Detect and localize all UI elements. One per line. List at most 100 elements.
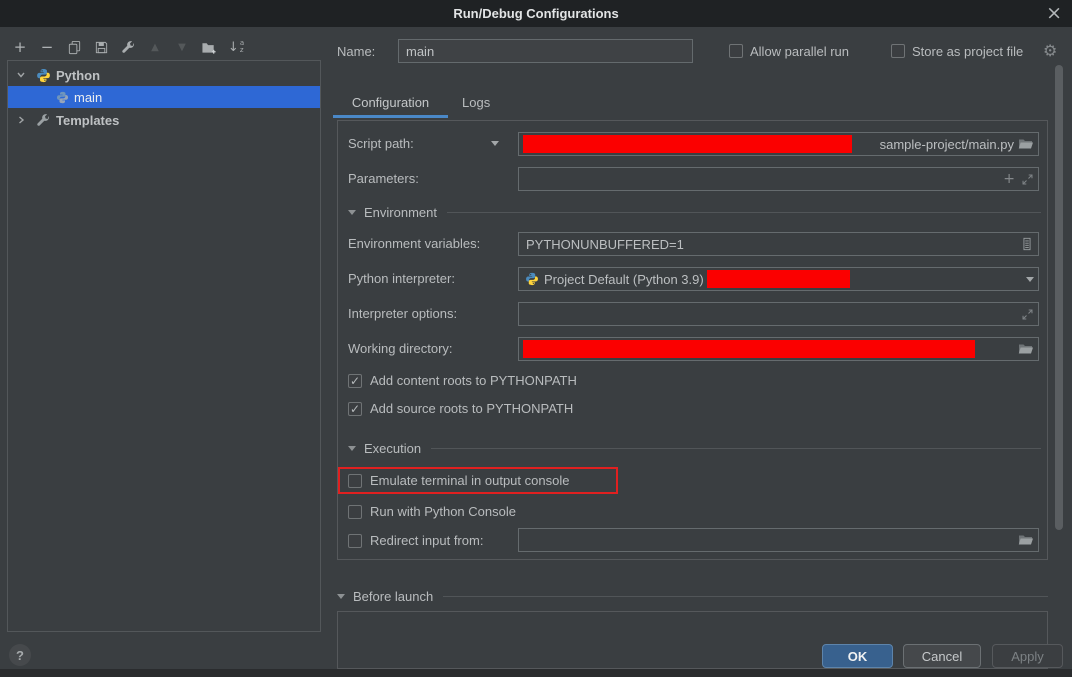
- redaction-block: [523, 135, 852, 153]
- edit-variables-icon[interactable]: [1020, 237, 1034, 251]
- interpreter-options-field[interactable]: [518, 302, 1039, 326]
- move-up-icon: ▲: [147, 39, 163, 55]
- gear-icon[interactable]: ⚙: [1043, 41, 1057, 60]
- section-title: Environment: [364, 205, 437, 220]
- configuration-panel: Script path: sample-project/main.py Para…: [337, 120, 1048, 560]
- python-icon: [36, 68, 51, 83]
- tree-toolbar: + − ▲ ▼ ↓ a z: [12, 38, 244, 56]
- expand-field-icon[interactable]: [1021, 173, 1034, 186]
- help-button[interactable]: ?: [9, 644, 31, 666]
- redaction-block: [523, 340, 975, 358]
- allow-parallel-run-label: Allow parallel run: [750, 44, 849, 59]
- add-source-roots-checkbox[interactable]: ✓: [348, 402, 362, 416]
- redirect-input-row[interactable]: Redirect input from:: [348, 533, 483, 548]
- add-configuration-button[interactable]: +: [12, 39, 28, 55]
- ok-button[interactable]: OK: [822, 644, 893, 668]
- tree-item-python[interactable]: Python: [8, 64, 320, 86]
- add-content-roots-row[interactable]: ✓ Add content roots to PYTHONPATH: [348, 373, 577, 388]
- name-input[interactable]: [398, 39, 693, 63]
- remove-configuration-button[interactable]: −: [39, 39, 55, 55]
- tree-item-templates[interactable]: Templates: [8, 109, 320, 131]
- tree-item-label: main: [74, 90, 102, 105]
- allow-parallel-run-checkbox[interactable]: [729, 44, 743, 58]
- name-label: Name:: [337, 44, 375, 59]
- collapse-triangle-icon[interactable]: [348, 210, 356, 215]
- tab-configuration[interactable]: Configuration: [333, 95, 448, 110]
- dropdown-arrow-icon[interactable]: [1026, 277, 1034, 282]
- dialog-title: Run/Debug Configurations: [0, 0, 1072, 27]
- emulate-terminal-label: Emulate terminal in output console: [370, 473, 569, 488]
- edit-templates-wrench-icon[interactable]: [120, 39, 136, 55]
- tree-item-label: Templates: [56, 113, 119, 128]
- python-script-icon: [56, 91, 69, 104]
- emulate-terminal-highlight: Emulate terminal in output console: [338, 467, 618, 494]
- python-icon: [525, 272, 539, 286]
- expand-field-icon[interactable]: [1021, 308, 1034, 321]
- emulate-terminal-checkbox[interactable]: [348, 474, 362, 488]
- python-interpreter-select[interactable]: Project Default (Python 3.9): [518, 267, 1039, 291]
- working-directory-label: Working directory:: [348, 337, 453, 361]
- cancel-button[interactable]: Cancel: [903, 644, 981, 668]
- environment-variables-field[interactable]: PYTHONUNBUFFERED=1: [518, 232, 1039, 256]
- add-content-roots-checkbox[interactable]: ✓: [348, 374, 362, 388]
- script-path-field[interactable]: sample-project/main.py: [518, 132, 1039, 156]
- section-divider: [431, 448, 1041, 449]
- section-title: Before launch: [353, 589, 433, 604]
- browse-folder-icon[interactable]: [1018, 136, 1034, 152]
- parameters-label: Parameters:: [348, 167, 419, 191]
- parameters-field[interactable]: +: [518, 167, 1039, 191]
- browse-folder-icon[interactable]: [1018, 341, 1034, 357]
- new-folder-icon[interactable]: [201, 39, 217, 55]
- move-down-icon: ▼: [174, 39, 190, 55]
- parameters-input[interactable]: [523, 172, 1003, 187]
- redirect-input-checkbox[interactable]: [348, 534, 362, 548]
- run-with-python-console-row[interactable]: Run with Python Console: [348, 504, 516, 519]
- execution-section-header[interactable]: Execution: [348, 441, 1041, 456]
- run-with-python-console-checkbox[interactable]: [348, 505, 362, 519]
- templates-wrench-icon: [36, 113, 51, 128]
- add-macro-icon[interactable]: +: [1003, 171, 1015, 187]
- interpreter-options-label: Interpreter options:: [348, 302, 457, 326]
- chevron-down-icon[interactable]: [16, 70, 26, 80]
- section-title: Execution: [364, 441, 421, 456]
- browse-folder-icon[interactable]: [1018, 532, 1034, 548]
- python-interpreter-value: Project Default (Python 3.9): [544, 272, 704, 287]
- titlebar: Run/Debug Configurations ×: [0, 0, 1072, 27]
- section-divider: [447, 212, 1041, 213]
- store-as-project-file-checkbox[interactable]: [891, 44, 905, 58]
- copy-configuration-icon[interactable]: [66, 39, 82, 55]
- sort-configurations-icon[interactable]: ↓ a z: [228, 39, 244, 55]
- redirect-input-input[interactable]: [523, 533, 1018, 548]
- run-debug-configurations-dialog: Run/Debug Configurations × + − ▲ ▼ ↓ a z: [0, 0, 1072, 677]
- apply-button: Apply: [992, 644, 1063, 668]
- save-configuration-icon[interactable]: [93, 39, 109, 55]
- collapse-triangle-icon[interactable]: [337, 594, 345, 599]
- working-directory-field[interactable]: [518, 337, 1039, 361]
- redirect-input-field[interactable]: [518, 528, 1039, 552]
- vertical-scrollbar[interactable]: [1055, 65, 1063, 530]
- redirect-input-label: Redirect input from:: [370, 533, 483, 548]
- section-divider: [443, 596, 1048, 597]
- script-path-label: Script path:: [348, 132, 414, 156]
- environment-variables-value: PYTHONUNBUFFERED=1: [523, 237, 684, 252]
- interpreter-options-input[interactable]: [523, 307, 1021, 322]
- environment-section-header[interactable]: Environment: [348, 205, 1041, 220]
- store-as-project-file-label: Store as project file: [912, 44, 1023, 59]
- add-source-roots-row[interactable]: ✓ Add source roots to PYTHONPATH: [348, 401, 573, 416]
- window-bottom-edge: [0, 669, 1072, 677]
- help-icon: ?: [16, 648, 24, 663]
- tree-item-label: Python: [56, 68, 100, 83]
- tree-item-main[interactable]: main: [8, 86, 320, 108]
- chevron-right-icon[interactable]: [16, 115, 26, 125]
- script-path-dropdown-icon[interactable]: [491, 141, 499, 146]
- add-source-roots-label: Add source roots to PYTHONPATH: [370, 401, 573, 416]
- close-icon[interactable]: ×: [1046, 0, 1062, 26]
- redaction-block: [707, 270, 850, 288]
- before-launch-section-header[interactable]: Before launch: [337, 589, 1048, 604]
- environment-variables-label: Environment variables:: [348, 232, 480, 256]
- add-content-roots-label: Add content roots to PYTHONPATH: [370, 373, 577, 388]
- run-with-python-console-label: Run with Python Console: [370, 504, 516, 519]
- collapse-triangle-icon[interactable]: [348, 446, 356, 451]
- python-interpreter-label: Python interpreter:: [348, 267, 455, 291]
- tab-logs[interactable]: Logs: [462, 95, 490, 110]
